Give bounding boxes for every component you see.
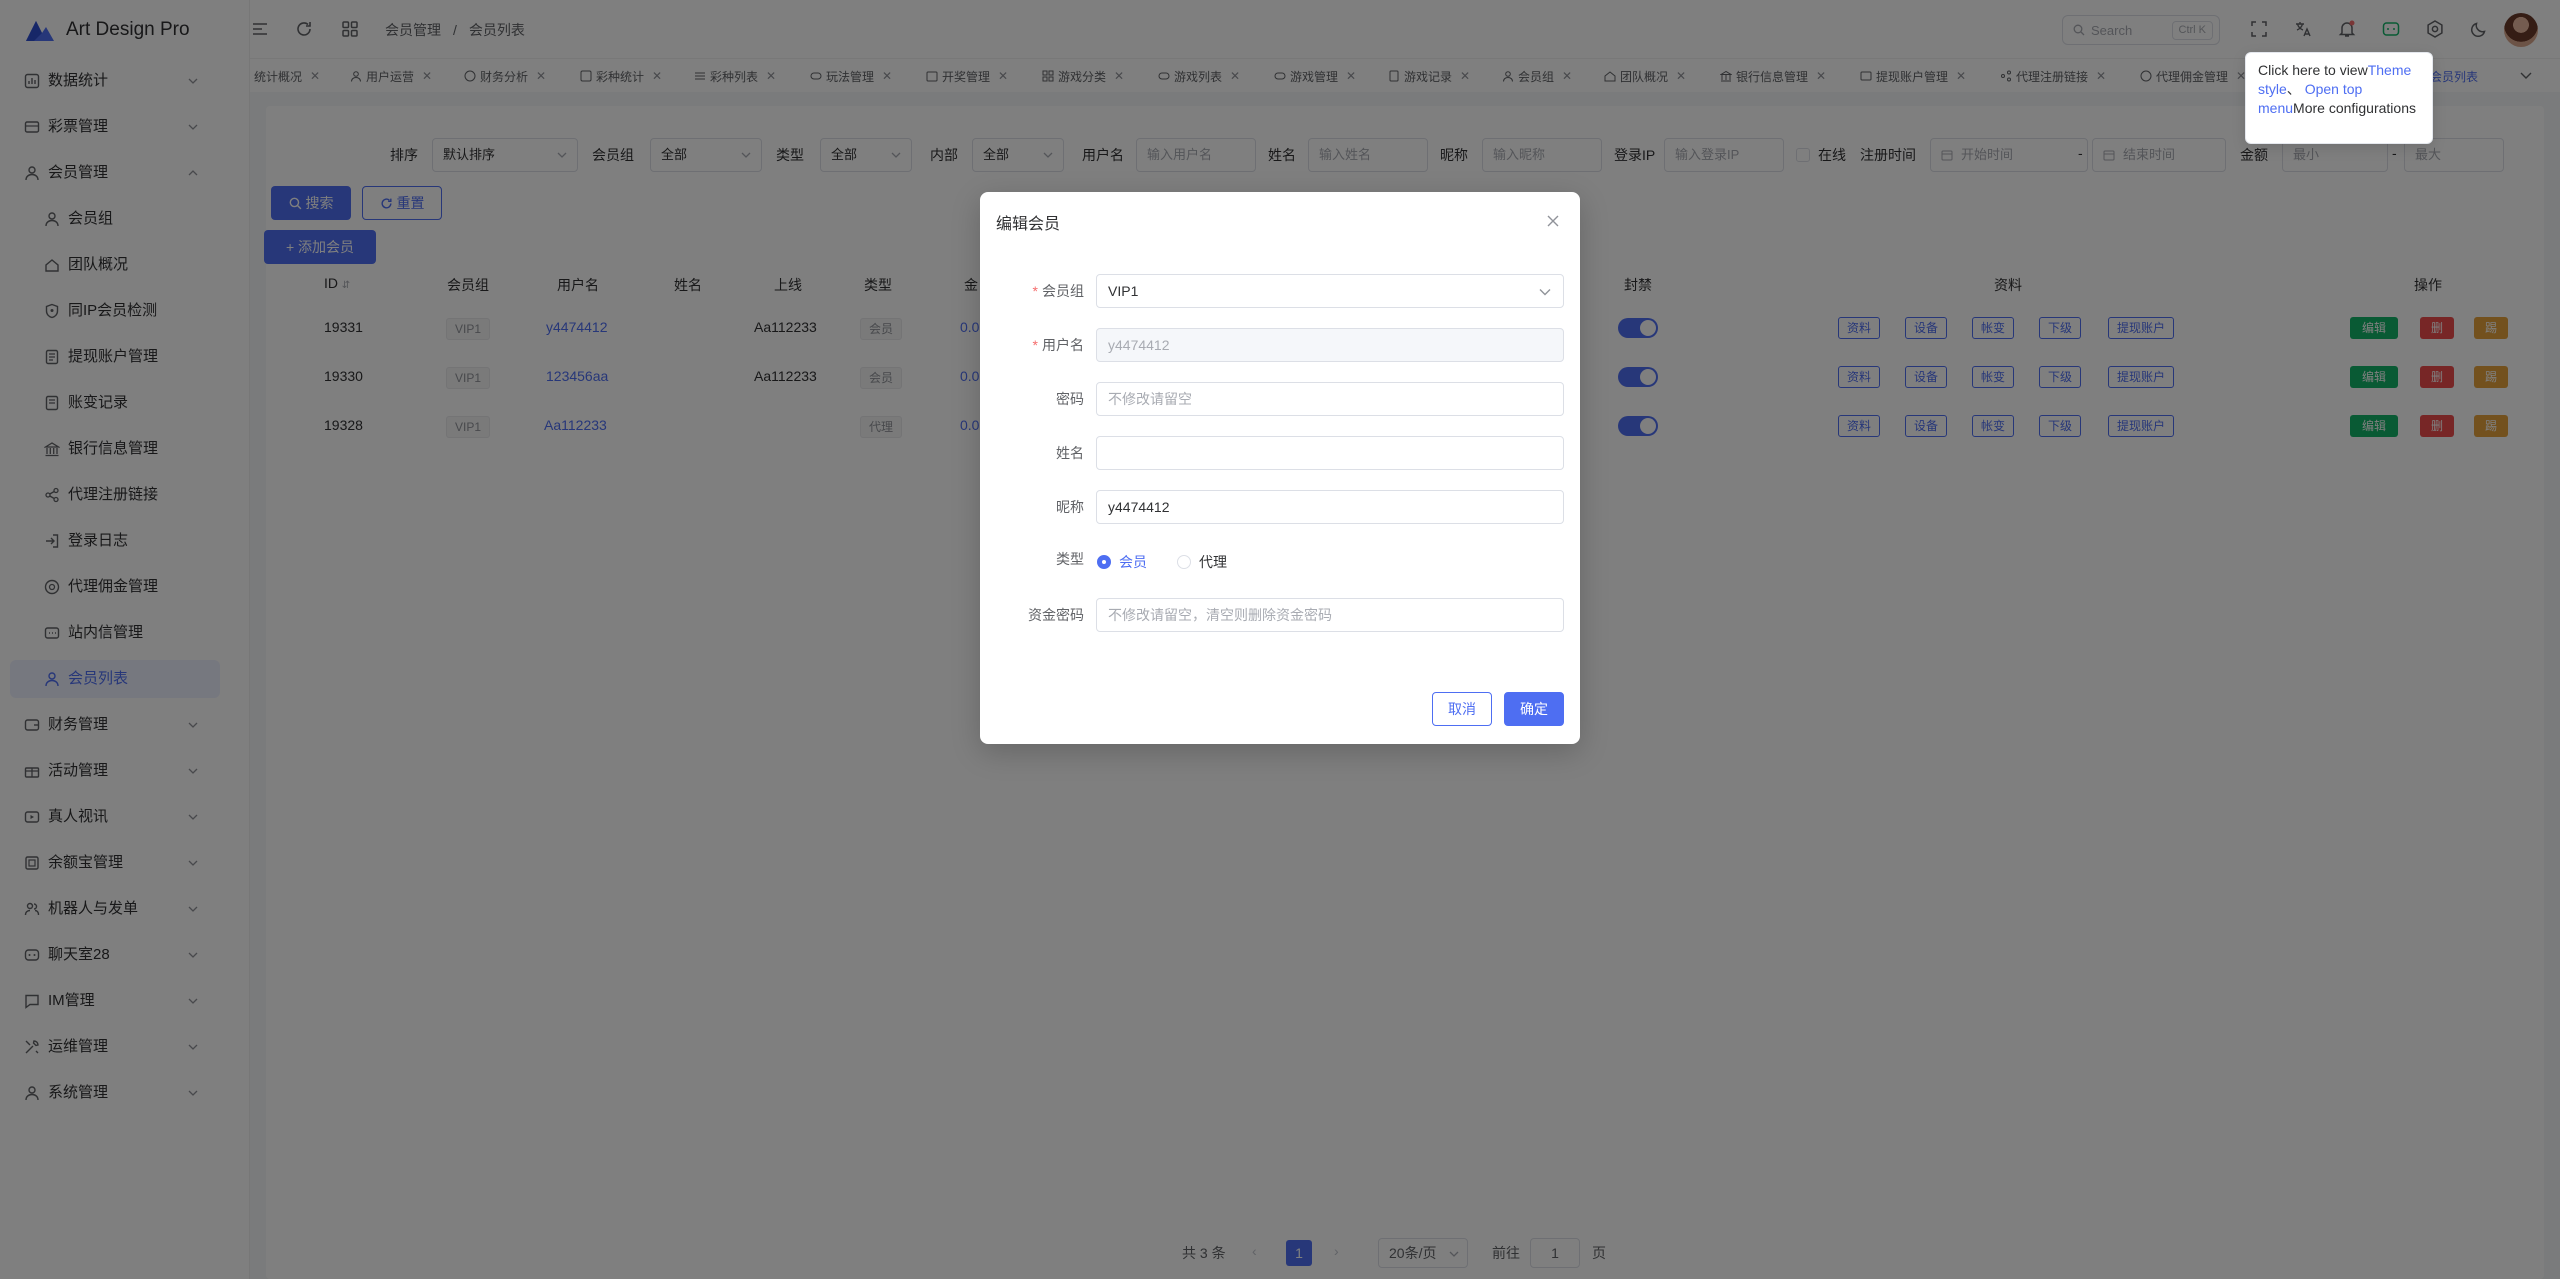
tooltip-separator: 、 bbox=[2286, 81, 2301, 97]
fund-password-field-label: 资金密码 bbox=[1028, 607, 1084, 623]
password-input[interactable]: 不修改请留空 bbox=[1096, 382, 1564, 416]
username-field-label: * 用户名 bbox=[980, 328, 1084, 362]
config-tooltip: Click here to viewTheme style、 Open top … bbox=[2245, 52, 2433, 144]
tooltip-text: Click here to view bbox=[2258, 62, 2368, 78]
fund-password-input[interactable]: 不修改请留空，清空则删除资金密码 bbox=[1096, 598, 1564, 632]
dialog-title: 编辑会员 bbox=[996, 216, 1061, 233]
member-group-select[interactable]: VIP1 bbox=[1096, 274, 1564, 308]
cancel-button[interactable]: 取消 bbox=[1432, 692, 1492, 726]
radio-label: 代理 bbox=[1199, 554, 1227, 570]
nick-field-label: 昵称 bbox=[1056, 499, 1084, 515]
close-icon[interactable] bbox=[1546, 214, 1560, 228]
chevron-down-icon bbox=[1539, 289, 1551, 296]
group-field-label-text: 会员组 bbox=[1042, 283, 1084, 299]
required-mark: * bbox=[1032, 337, 1038, 353]
username-field-label-text: 用户名 bbox=[1042, 337, 1084, 353]
required-mark: * bbox=[1032, 283, 1038, 299]
name-input[interactable] bbox=[1096, 436, 1564, 470]
group-field-label: * 会员组 bbox=[980, 274, 1084, 308]
password-field-label: 密码 bbox=[1056, 391, 1084, 407]
type-radio-agent[interactable]: 代理 bbox=[1177, 552, 1227, 572]
member-group-value: VIP1 bbox=[1108, 283, 1139, 299]
nickname-input[interactable]: y4474412 bbox=[1096, 490, 1564, 524]
radio-checked bbox=[1097, 555, 1111, 569]
radio-label: 会员 bbox=[1119, 554, 1147, 570]
tooltip-text-suffix: More configurations bbox=[2293, 100, 2416, 116]
confirm-button[interactable]: 确定 bbox=[1504, 692, 1564, 726]
radio-unchecked bbox=[1177, 555, 1191, 569]
name-field-label: 姓名 bbox=[1056, 445, 1084, 461]
type-field-label: 类型 bbox=[1056, 551, 1084, 567]
type-radio-member[interactable]: 会员 bbox=[1097, 552, 1147, 572]
username-input: y4474412 bbox=[1096, 328, 1564, 362]
edit-member-dialog: 编辑会员 * 会员组 VIP1 * 用户名 y4474412 密码 不修改请留空 姓… bbox=[980, 192, 1580, 744]
